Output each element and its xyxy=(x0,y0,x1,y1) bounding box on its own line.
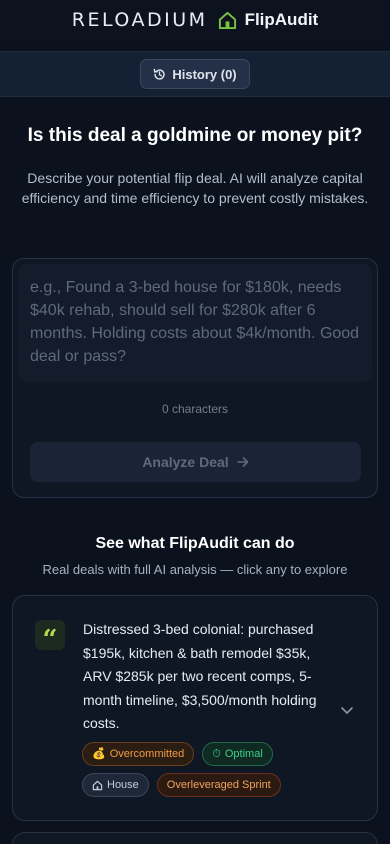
house-icon xyxy=(92,780,103,790)
money-bag-icon: 💰 xyxy=(92,748,106,760)
house-logo-icon xyxy=(218,11,236,29)
toolbar: History (0) xyxy=(0,51,390,97)
example-deal-card-next[interactable] xyxy=(12,832,378,844)
quote-icon: “ xyxy=(35,620,65,655)
examples-section-header: See what FlipAudit can do Real deals wit… xyxy=(0,534,390,578)
history-button[interactable]: History (0) xyxy=(140,59,250,89)
example-deal-text: Distressed 3-bed colonial: purchased $19… xyxy=(83,621,317,731)
page-description: Describe your potential flip deal. AI wi… xyxy=(21,170,369,206)
character-count: 0 characters xyxy=(161,402,229,416)
tag-label: Overcommitted xyxy=(109,748,185,760)
app-name: FlipAudit xyxy=(244,10,319,29)
tag-deal-profile: Overleveraged Sprint xyxy=(156,773,281,797)
chevron-down-icon[interactable] xyxy=(339,702,355,718)
app-header: RELOADIUM FlipAudit xyxy=(0,0,390,40)
example-deal-card[interactable]: “ Distressed 3-bed colonial: purchased $… xyxy=(12,595,378,821)
tag-capital-efficiency: 💰 Overcommitted xyxy=(82,742,195,766)
tag-label: Optimal xyxy=(224,748,263,760)
examples-title: See what FlipAudit can do xyxy=(95,535,295,552)
analyze-deal-label: Analyze Deal xyxy=(142,454,229,470)
brand-logo: RELOADIUM xyxy=(71,9,208,31)
deal-description-input[interactable]: e.g., Found a 3-bed house for $180k, nee… xyxy=(18,264,372,382)
example-tags: 💰 Overcommitted ⏱ Optimal House Overleve… xyxy=(82,742,342,797)
examples-subtitle: Real deals with full AI analysis — click… xyxy=(42,562,348,577)
tag-label: House xyxy=(107,779,139,791)
deal-input-card: e.g., Found a 3-bed house for $180k, nee… xyxy=(12,258,378,498)
tag-property-type: House xyxy=(82,773,149,797)
page-title: Is this deal a goldmine or money pit? xyxy=(27,125,363,146)
tag-time-efficiency: ⏱ Optimal xyxy=(202,742,273,766)
stopwatch-icon: ⏱ xyxy=(212,748,221,760)
tag-label: Overleveraged Sprint xyxy=(166,779,271,791)
arrow-right-icon xyxy=(236,457,248,467)
analyze-deal-button[interactable]: Analyze Deal xyxy=(30,442,361,482)
history-icon xyxy=(154,68,165,80)
hero-section: Is this deal a goldmine or money pit? De… xyxy=(0,97,390,208)
history-label: History (0) xyxy=(172,66,237,82)
